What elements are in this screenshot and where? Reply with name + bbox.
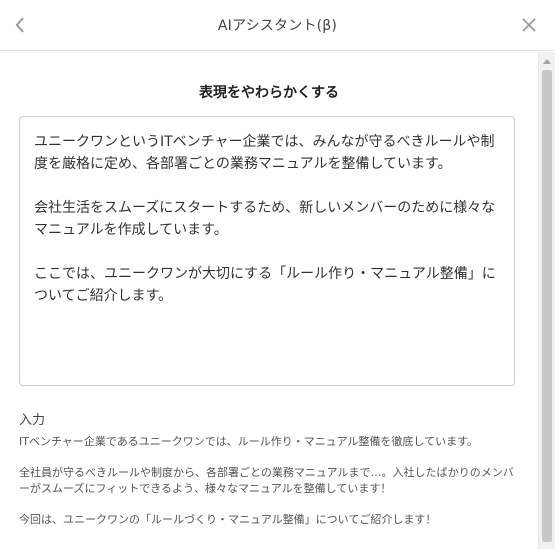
output-text-box[interactable]: ユニークワンというITベンチャー企業では、みんなが守るべきルールや制度を厳格に定… — [19, 116, 515, 386]
input-paragraph: 全社員が守るべきルールや制度から、各部署ごとの業務マニュアルまで…。入社したばか… — [19, 466, 514, 495]
triangle-up-icon — [543, 58, 551, 64]
vertical-scrollbar[interactable] — [538, 52, 555, 549]
section-title: 表現をやわらかくする — [199, 85, 339, 101]
input-label: 入力 — [19, 413, 46, 428]
input-paragraph: ITベンチャー企業であるユニークワンでは、ルール作り・マニュアル整備を徹底してい… — [19, 435, 478, 448]
panel-header: AIアシスタント(β) — [0, 0, 555, 51]
scroll-up-button[interactable] — [539, 54, 555, 68]
scroll-thumb[interactable] — [542, 70, 552, 542]
panel-title: AIアシスタント(β) — [217, 18, 338, 34]
output-paragraph: ユニークワンというITベンチャー企業では、みんなが守るべきルールや制度を厳格に定… — [34, 134, 495, 172]
input-paragraph: 今回は、ユニークワンの「ルールづくり・マニュアル整備」についてご紹介します！ — [19, 513, 437, 526]
output-paragraph: 会社生活をスムーズにスタートするため、新しいメンバーのために様々なマニュアルを作… — [34, 200, 496, 238]
panel-content: 表現をやわらかくする ユニークワンというITベンチャー企業では、みんなが守るべき… — [0, 52, 538, 549]
output-paragraph: ここでは、ユニークワンが大切にする「ルール作り・マニュアル整備」についてご紹介し… — [34, 266, 496, 304]
close-button[interactable] — [518, 13, 540, 37]
input-text: ITベンチャー企業であるユニークワンでは、ルール作り・マニュアル整備を徹底してい… — [19, 434, 519, 543]
ai-assistant-panel: AIアシスタント(β) 表現をやわらかくする ユニークワンというITベンチャー企… — [0, 0, 555, 549]
close-icon — [522, 18, 536, 32]
